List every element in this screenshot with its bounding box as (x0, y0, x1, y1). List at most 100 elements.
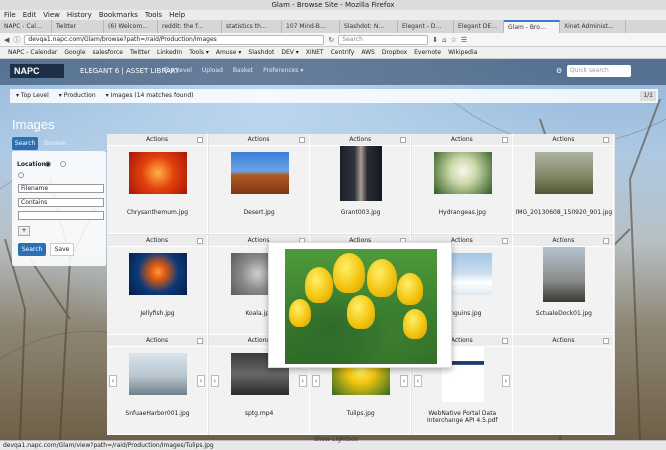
asset-cell[interactable]: Actions SnfuaeHarbor001.jpg ‹ › (107, 335, 208, 435)
select-checkbox[interactable] (501, 137, 508, 143)
tab-0[interactable]: NAPC - Cal… (0, 20, 52, 33)
asset-cell[interactable]: Actions SctualeDock01.jpg (513, 234, 615, 335)
breadcrumb-production[interactable]: ▾ Production (59, 89, 96, 103)
asset-cell[interactable]: Actions Desert.jpg (208, 134, 310, 234)
radio-icon[interactable]: ○ (18, 171, 24, 179)
actions-menu[interactable]: Actions (107, 335, 207, 347)
home-icon[interactable]: ⌂ (442, 35, 446, 45)
bookmark-item[interactable]: salesforce (93, 47, 123, 58)
star-icon[interactable]: ☆ (451, 35, 457, 45)
asset-cell[interactable]: Actions Hydrangeas.jpg (411, 134, 513, 234)
breadcrumb-top-level[interactable]: ▾ Top Level (16, 89, 49, 103)
select-checkbox[interactable] (400, 137, 407, 143)
file-name[interactable]: Desert.jpg (209, 209, 310, 216)
bookmark-item[interactable]: Google (64, 47, 85, 58)
bookmark-item[interactable]: Twitter (130, 47, 150, 58)
actions-menu[interactable]: Actions (107, 234, 207, 247)
bookmark-item[interactable]: LinkedIn (157, 47, 182, 58)
tab-5[interactable]: 107 Mind-B… (282, 20, 340, 33)
menu-tools[interactable]: Tools (145, 10, 162, 20)
asset-cell[interactable]: Actions Jellyfish.jpg (107, 234, 208, 335)
field-select[interactable]: Filename (18, 184, 104, 193)
radio-icon[interactable]: ◉ (45, 160, 51, 168)
bookmark-item[interactable]: Dropbox (382, 47, 407, 58)
bookmark-item[interactable]: AWS (361, 47, 375, 58)
bookmark-item[interactable]: Evernote (414, 47, 441, 58)
menu-bookmarks[interactable]: Bookmarks (99, 10, 138, 20)
tab-8[interactable]: Elegant DE… (454, 20, 504, 33)
tab-1[interactable]: Twitter (52, 20, 104, 33)
next-arrow-icon[interactable]: › (197, 375, 205, 387)
actions-menu[interactable]: Actions (513, 335, 614, 347)
page-count[interactable]: 1/1 (640, 91, 656, 101)
jellyfish-thumbnail[interactable] (129, 252, 187, 295)
menu-icon[interactable]: ☰ (461, 35, 467, 45)
bookmark-item[interactable]: Slashdot (248, 47, 274, 58)
save-button[interactable]: Save (50, 243, 74, 256)
back-icon[interactable]: ◀ (4, 35, 9, 45)
nav-top-level[interactable]: Top Level (164, 67, 192, 74)
operator-select[interactable]: Contains (18, 198, 104, 207)
menu-help[interactable]: Help (169, 10, 185, 20)
tab-4[interactable]: statistics th… (222, 20, 282, 33)
preview-popup[interactable] (268, 242, 452, 368)
tab-2[interactable]: (6) Welcom… (104, 20, 158, 33)
next-arrow-icon[interactable]: › (501, 375, 510, 387)
nav-preferences[interactable]: Preferences ▾ (263, 67, 303, 74)
menu-edit[interactable]: Edit (23, 10, 37, 20)
file-name[interactable]: Hydrangeas.jpg (412, 209, 513, 216)
prev-arrow-icon[interactable]: ‹ (109, 375, 117, 387)
desert-thumbnail[interactable] (230, 152, 289, 194)
file-name[interactable]: Jellyfish.jpg (107, 310, 208, 317)
nav-upload[interactable]: Upload (202, 67, 223, 74)
url-bar[interactable]: devqa1.napc.com/Glam/browse?path=/raid/P… (24, 34, 325, 45)
actions-menu[interactable]: Actions (513, 134, 614, 146)
asset-cell[interactable]: Actions Chrysanthemum.jpg (107, 134, 208, 234)
actions-menu[interactable]: Actions (411, 134, 512, 146)
select-checkbox[interactable] (501, 338, 508, 344)
select-checkbox[interactable] (197, 237, 203, 244)
select-checkbox[interactable] (197, 338, 203, 344)
bookmark-item[interactable]: DEV ▾ (281, 47, 298, 58)
breadcrumb-images[interactable]: ▾ Images (14 matches found) (106, 89, 194, 103)
tab-9[interactable]: Glam - Bro… (504, 20, 560, 33)
file-name[interactable]: SctualeDock01.jpg (513, 310, 614, 317)
actions-menu[interactable]: Actions (107, 134, 207, 146)
sctualedock-thumbnail[interactable] (543, 246, 586, 302)
info-icon[interactable]: ⓘ (13, 35, 20, 45)
browser-search-input[interactable]: Search (338, 34, 429, 45)
bookmark-item[interactable]: Amuse ▾ (216, 47, 242, 58)
menu-view[interactable]: View (43, 10, 60, 20)
file-name[interactable]: IMG_20130608_150920_901.jpg (513, 209, 614, 216)
reload-icon[interactable]: ↻ (328, 35, 334, 45)
bookmark-item[interactable]: Centrify (331, 47, 355, 58)
tab-6[interactable]: Slashdot: N… (340, 20, 398, 33)
show-lightbox-link[interactable]: Show Lightbox (314, 436, 358, 443)
img-20130608-thumbnail[interactable] (535, 152, 594, 194)
actions-menu[interactable]: Actions (310, 134, 411, 146)
bookmark-item[interactable]: XINET (306, 47, 324, 58)
tab-3[interactable]: reddit: the f… (158, 20, 222, 33)
file-name[interactable]: SnfuaeHarbor001.jpg (107, 410, 208, 417)
file-name[interactable]: Chrysanthemum.jpg (107, 209, 208, 216)
snfuaeharbor-thumbnail[interactable] (129, 353, 187, 395)
select-checkbox[interactable] (603, 137, 610, 143)
asset-cell[interactable]: Actions Grant003.jpg (310, 134, 412, 234)
file-name[interactable]: sptg.mp4 (209, 410, 310, 417)
gear-icon[interactable]: ⚙ (556, 67, 562, 75)
menu-history[interactable]: History (67, 10, 92, 20)
select-checkbox[interactable] (603, 338, 610, 344)
bookmark-item[interactable]: NAPC - Calendar (8, 47, 57, 58)
tab-7[interactable]: Elegant - D… (398, 20, 454, 33)
bookmark-item[interactable]: Tools ▾ (189, 47, 209, 58)
select-checkbox[interactable] (603, 237, 610, 244)
hydrangeas-thumbnail[interactable] (433, 152, 492, 194)
napc-logo[interactable]: NAPC (10, 64, 64, 78)
asset-cell[interactable]: Actions IMG_20130608_150920_901.jpg (513, 134, 615, 234)
actions-menu[interactable]: Actions (208, 134, 309, 146)
filter-value-input[interactable] (18, 211, 104, 220)
menu-file[interactable]: File (4, 10, 16, 20)
prev-arrow-icon[interactable]: ‹ (210, 375, 219, 387)
download-icon[interactable]: ⬇ (432, 35, 438, 45)
tab-10[interactable]: Xinet Administ… (560, 20, 626, 33)
